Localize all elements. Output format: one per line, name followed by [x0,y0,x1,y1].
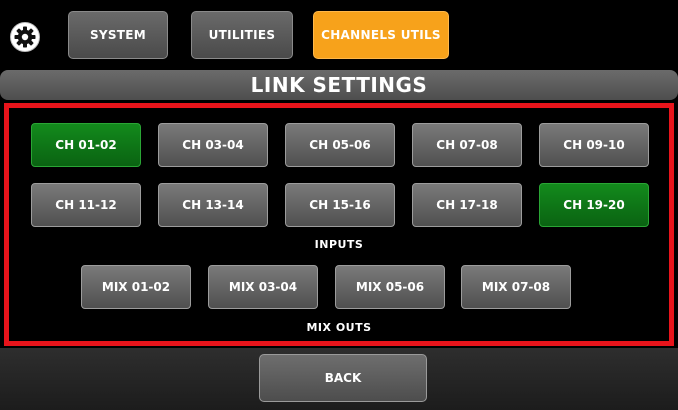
inputs-label: INPUTS [314,238,364,251]
link-button-ch-13-14[interactable]: CH 13-14 [158,183,268,227]
link-button-ch-11-12[interactable]: CH 11-12 [31,183,141,227]
back-button[interactable]: BACK [259,354,427,402]
link-button-ch-09-10[interactable]: CH 09-10 [539,123,649,167]
page-title: LINK SETTINGS [250,73,428,97]
tab-utilities[interactable]: UTILITIES [191,11,293,59]
link-button-ch-03-04[interactable]: CH 03-04 [158,123,268,167]
link-button-mix-03-04[interactable]: MIX 03-04 [208,265,318,309]
link-button-label: CH 11-12 [55,198,117,212]
link-button-ch-07-08[interactable]: CH 07-08 [412,123,522,167]
link-button-label: CH 17-18 [436,198,498,212]
top-bar: SYSTEM UTILITIES CHANNELS UTILS [0,0,678,68]
link-panel: CH 01-02 CH 03-04 CH 05-06 CH 07-08 CH 0… [4,103,674,346]
tab-utilities-label: UTILITIES [208,28,276,42]
section-header: LINK SETTINGS [0,70,678,100]
link-button-ch-05-06[interactable]: CH 05-06 [285,123,395,167]
link-button-ch-17-18[interactable]: CH 17-18 [412,183,522,227]
link-button-ch-15-16[interactable]: CH 15-16 [285,183,395,227]
link-button-mix-07-08[interactable]: MIX 07-08 [461,265,571,309]
link-button-mix-01-02[interactable]: MIX 01-02 [81,265,191,309]
tab-channels-utils[interactable]: CHANNELS UTILS [313,11,449,59]
link-button-label: CH 03-04 [182,138,244,152]
mixer-screen: SYSTEM UTILITIES CHANNELS UTILS LINK SET… [0,0,678,410]
link-button-label: CH 19-20 [563,198,625,212]
link-button-label: CH 09-10 [563,138,625,152]
back-button-label: BACK [324,371,362,385]
link-button-ch-19-20[interactable]: CH 19-20 [539,183,649,227]
settings-button[interactable] [7,19,43,55]
link-button-mix-05-06[interactable]: MIX 05-06 [335,265,445,309]
tab-system[interactable]: SYSTEM [68,11,168,59]
tab-channels-utils-label: CHANNELS UTILS [321,28,441,42]
link-button-label: MIX 03-04 [228,280,298,294]
link-button-label: MIX 05-06 [355,280,425,294]
mix-outs-label: MIX OUTS [306,321,372,334]
link-button-label: CH 07-08 [436,138,498,152]
link-button-label: MIX 01-02 [101,280,171,294]
link-button-label: CH 13-14 [182,198,244,212]
bottom-bar: BACK [0,348,678,410]
link-button-label: CH 15-16 [309,198,371,212]
link-button-label: CH 01-02 [55,138,117,152]
link-button-label: CH 05-06 [309,138,371,152]
link-button-label: MIX 07-08 [481,280,551,294]
link-button-ch-01-02[interactable]: CH 01-02 [31,123,141,167]
tab-system-label: SYSTEM [89,28,147,42]
gear-icon [10,22,40,52]
